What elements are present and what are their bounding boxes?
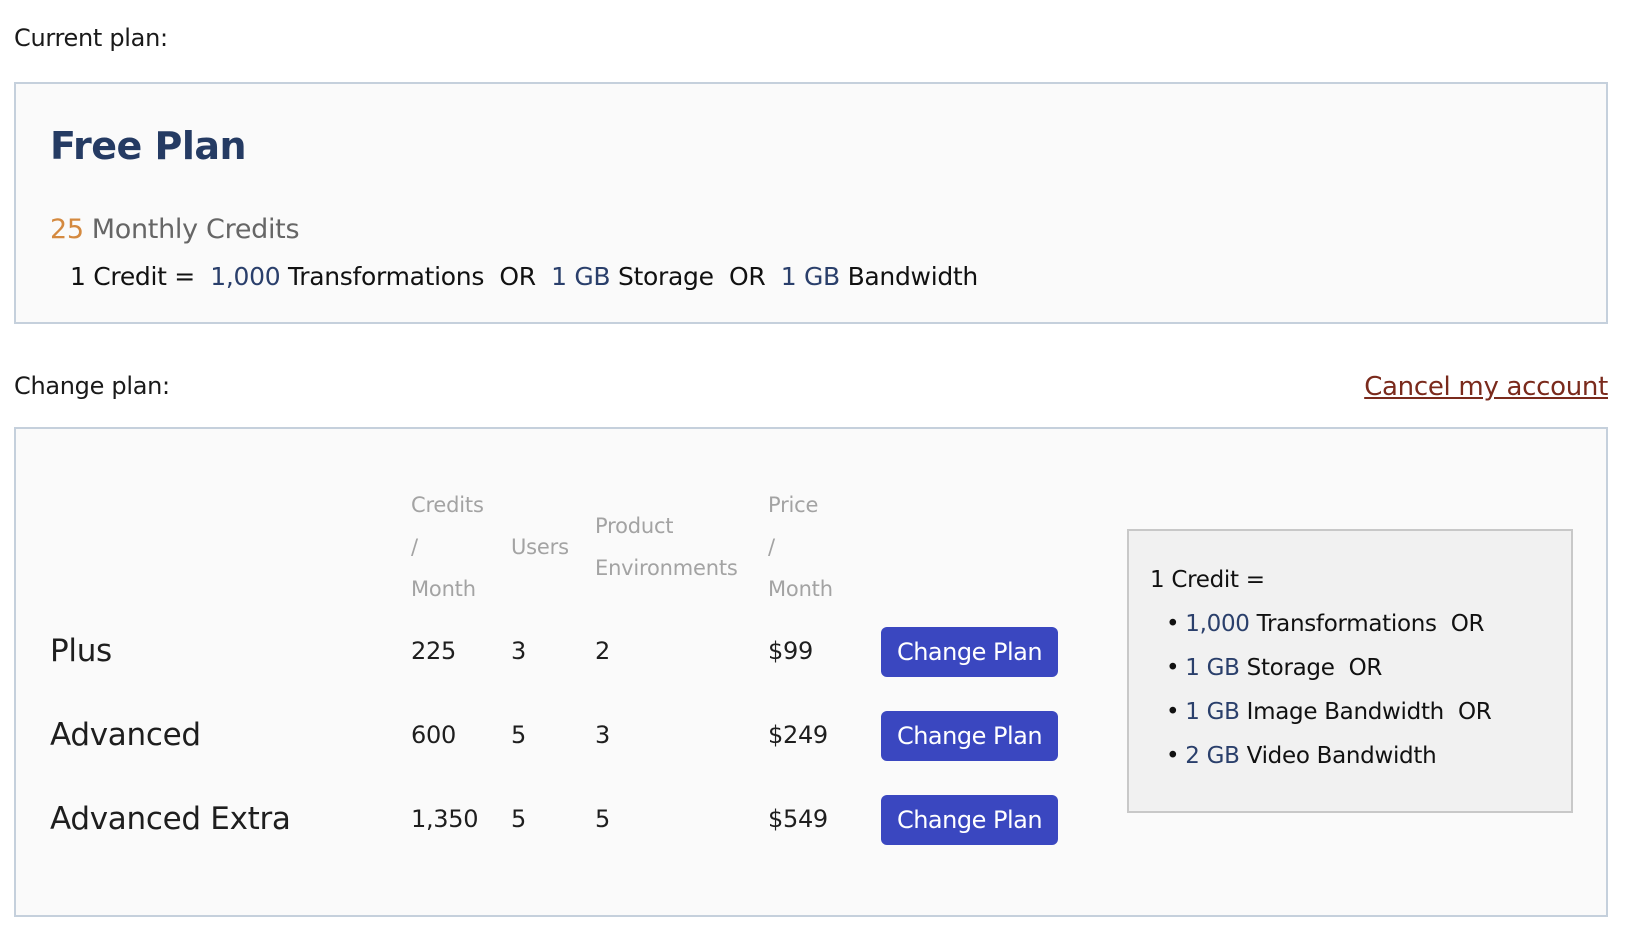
current-plan-label: Current plan: (14, 24, 168, 52)
credit-value: 1,000 (210, 262, 281, 291)
column-header-line: Credits (411, 493, 484, 517)
change-plan-button-advanced[interactable]: Change Plan (881, 711, 1058, 761)
change-plan-button-plus[interactable]: Change Plan (881, 627, 1058, 677)
credit-separator: OR (499, 262, 536, 291)
plan-name: Advanced (50, 717, 201, 753)
credit-info-box: 1 Credit = • 1,000 Transformations OR • 1 … (1127, 529, 1573, 813)
plan-credits: 600 (411, 721, 456, 749)
plan-name: Advanced Extra (50, 801, 291, 837)
plan-credits: 1,350 (411, 805, 479, 833)
credit-value: 2 GB (1185, 743, 1240, 769)
credit-unit: Storage (617, 262, 714, 291)
credit-unit: Bandwidth (847, 262, 979, 291)
plan-users: 5 (511, 721, 526, 749)
column-header-environments: Product Environments (595, 505, 738, 589)
column-header-users: Users (511, 526, 569, 568)
credit-unit: Transformations (1256, 611, 1437, 637)
credit-value: 1 GB (780, 262, 840, 291)
column-header-line: Price (768, 493, 819, 517)
current-plan-name: Free Plan (50, 124, 247, 168)
credit-info-item: • 1 GB Storage OR (1166, 655, 1382, 681)
change-plan-button-advanced-extra[interactable]: Change Plan (881, 795, 1058, 845)
credit-value: 1 GB (1185, 655, 1240, 681)
credit-separator: OR (728, 262, 766, 291)
credit-value: 1 GB (551, 262, 611, 291)
monthly-credits-label: Monthly Credits (91, 214, 300, 245)
credit-value: 1 GB (1185, 699, 1240, 725)
plan-name: Plus (50, 633, 112, 669)
column-header-line: Product (595, 514, 674, 538)
credit-info-item: • 1,000 Transformations OR (1166, 611, 1485, 637)
monthly-credits-value: 25 (50, 214, 84, 245)
credit-unit: Transformations (287, 262, 485, 291)
column-header-line: Month (411, 577, 476, 601)
credit-value: 1,000 (1185, 611, 1250, 637)
credit-separator: OR (1450, 611, 1485, 637)
plan-environments: 3 (595, 721, 610, 749)
credit-info-title: 1 Credit = (1150, 567, 1265, 593)
credit-separator: OR (1348, 655, 1383, 681)
column-header-line: / (768, 535, 775, 559)
monthly-credits: 25 Monthly Credits (50, 214, 300, 245)
plan-price: $549 (768, 805, 828, 833)
bullet-icon: • (1166, 611, 1180, 637)
credit-unit: Video Bandwidth (1246, 743, 1437, 769)
change-plan-label: Change plan: (14, 372, 170, 400)
plan-users: 5 (511, 805, 526, 833)
credit-equation-prefix: 1 Credit = (70, 262, 195, 291)
cancel-account-link[interactable]: Cancel my account (1364, 372, 1608, 402)
column-header-credits: Credits / Month (411, 484, 484, 610)
column-header-line: / (411, 535, 418, 559)
plan-credits: 225 (411, 637, 456, 665)
bullet-icon: • (1166, 699, 1180, 725)
plan-users: 3 (511, 637, 526, 665)
bullet-icon: • (1166, 655, 1180, 681)
bullet-icon: • (1166, 743, 1180, 769)
current-plan-panel: Free Plan 25 Monthly Credits 1 Credit = 1… (14, 82, 1608, 324)
credit-info-item: • 1 GB Image Bandwidth OR (1166, 699, 1492, 725)
credit-unit: Storage (1246, 655, 1335, 681)
change-plan-panel: Credits / Month Users Product Environmen… (14, 427, 1608, 917)
credit-unit: Image Bandwidth (1246, 699, 1445, 725)
credit-separator: OR (1457, 699, 1492, 725)
credit-info-item: • 2 GB Video Bandwidth (1166, 743, 1437, 769)
column-header-line: Environments (595, 556, 738, 580)
plan-price: $99 (768, 637, 813, 665)
column-header-line: Users (511, 535, 569, 559)
plan-environments: 5 (595, 805, 610, 833)
column-header-price: Price / Month (768, 484, 833, 610)
column-header-line: Month (768, 577, 833, 601)
plan-price: $249 (768, 721, 828, 749)
credit-equation: 1 Credit = 1,000 Transformations OR 1 GB… (70, 262, 978, 291)
plan-environments: 2 (595, 637, 610, 665)
